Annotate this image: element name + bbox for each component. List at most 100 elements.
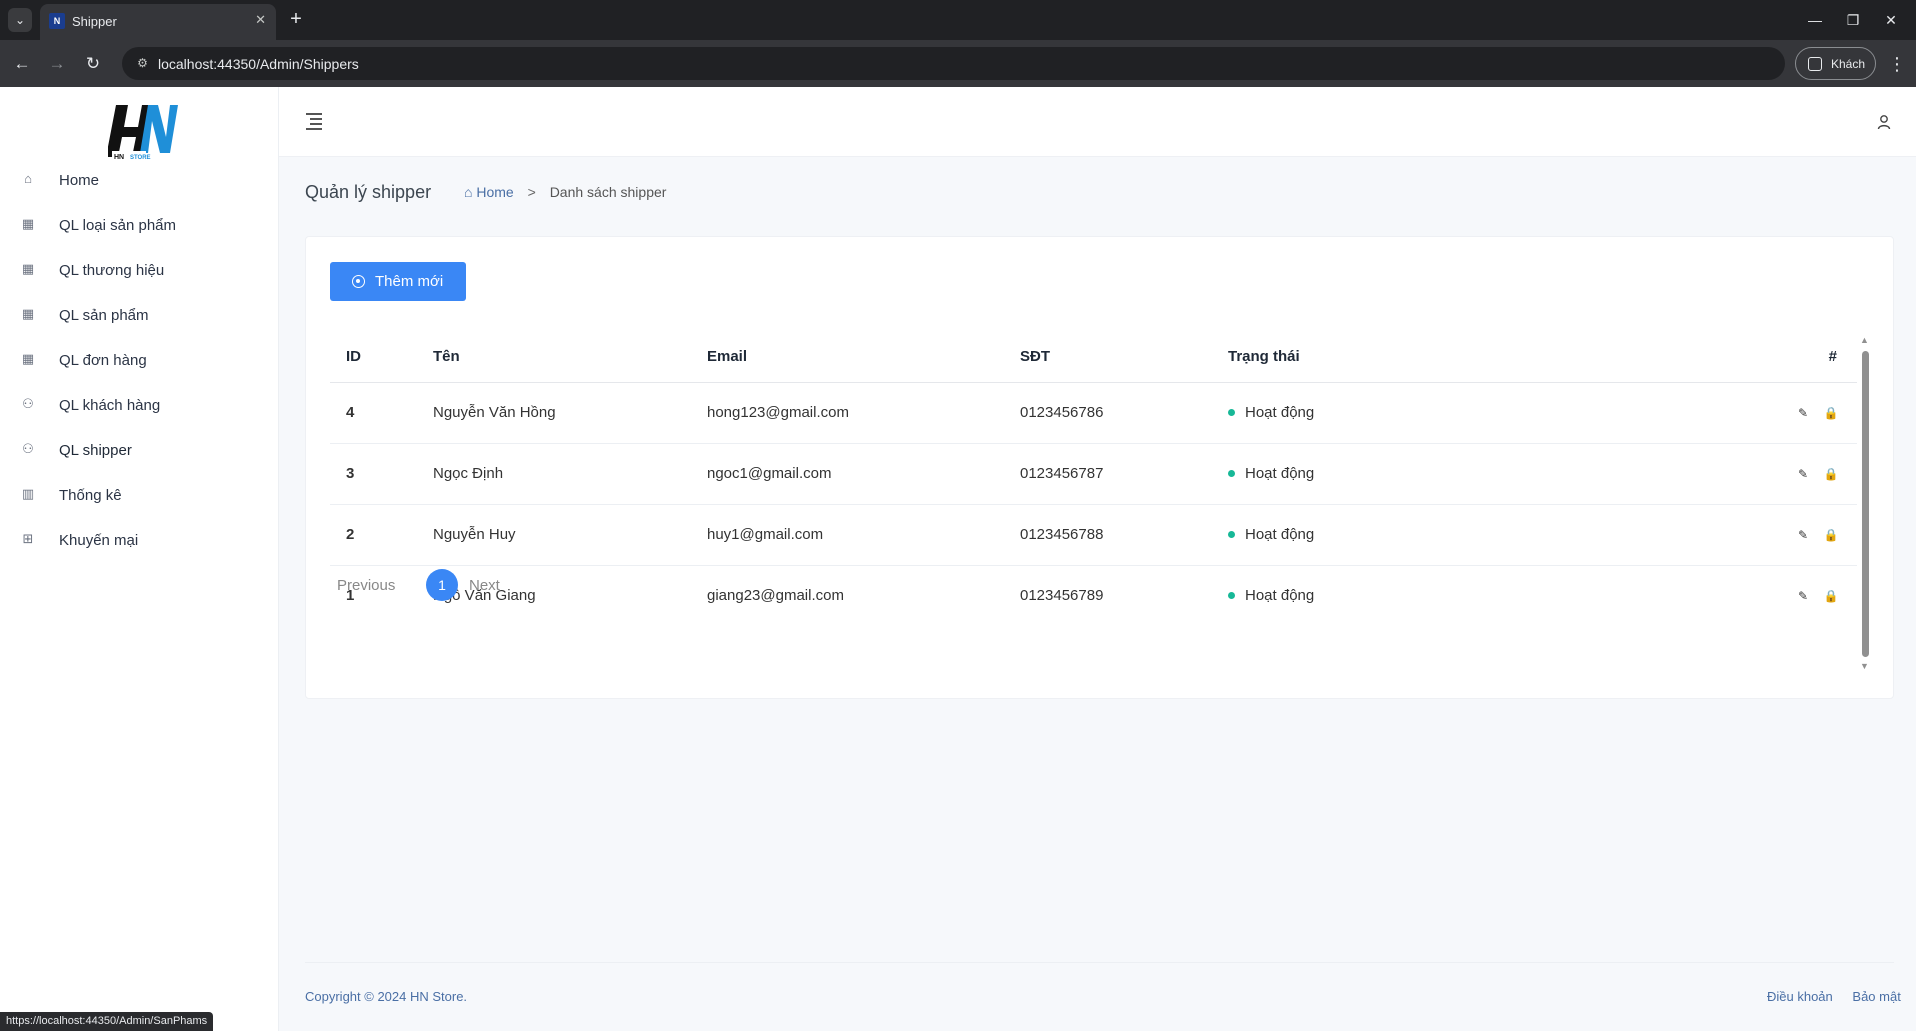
sidebar-item-brands[interactable]: ▦ QL thương hiệu	[0, 249, 278, 293]
lock-icon[interactable]: 🔒	[1823, 466, 1839, 482]
footer-copyright: Copyright © 2024 HN Store.	[305, 989, 468, 1004]
sidebar-item-products[interactable]: ▦ QL sản phẩm	[0, 294, 278, 338]
minimize-button[interactable]: —	[1800, 8, 1830, 32]
column-header-actions: #	[1612, 332, 1857, 383]
browser-menu-icon[interactable]: ⋮	[1888, 52, 1906, 76]
cell-name: Ngọc Định	[417, 443, 691, 505]
shipper-table: ID Tên Email SĐT Trạng thái # 4 Nguyễn V…	[330, 332, 1857, 626]
sidebar-item-promotions[interactable]: ⊞ Khuyến mại	[0, 519, 278, 563]
previous-page-button[interactable]: Previous	[337, 577, 395, 594]
scroll-up-icon[interactable]: ▲	[1860, 335, 1869, 345]
column-header-status: Trạng thái	[1212, 332, 1612, 383]
cell-status: Hoạt động	[1212, 504, 1612, 566]
status-label: Hoạt động	[1245, 587, 1315, 605]
breadcrumb: ⌂ Home > Danh sách shipper	[464, 184, 666, 200]
lock-icon[interactable]: 🔒	[1823, 405, 1839, 421]
restore-button[interactable]: ❐	[1838, 8, 1868, 32]
cell-actions: ✎ 🔒	[1612, 565, 1857, 626]
sidebar-item-label: QL sản phẩm	[59, 307, 149, 324]
status-label: Hoạt động	[1245, 526, 1315, 543]
breadcrumb-current: Danh sách shipper	[549, 184, 667, 200]
address-bar[interactable]: ⚙ localhost:44350/Admin/Shippers	[122, 47, 1785, 80]
breadcrumb-home-link[interactable]: ⌂ Home	[464, 184, 514, 200]
page-number-button[interactable]: 1	[426, 569, 458, 601]
grid-icon: ▦	[21, 306, 35, 321]
edit-icon[interactable]: ✎	[1795, 466, 1811, 482]
grid-icon: ▦	[21, 351, 35, 366]
browser-tab-bar: ⌄ N Shipper ✕ + — ❐ ✕	[0, 0, 1916, 40]
sidebar: HN STORE ⌂ Home ▦ QL loại sản phẩm ▦ QL …	[0, 87, 279, 1031]
column-header-email: Email	[691, 332, 1004, 383]
cell-actions: ✎ 🔒	[1612, 382, 1857, 444]
sidebar-item-home[interactable]: ⌂ Home	[0, 159, 278, 203]
favicon-icon: N	[49, 13, 65, 29]
column-header-phone: SĐT	[1004, 332, 1212, 383]
add-new-button[interactable]: Thêm mới	[330, 262, 466, 301]
table-row: 1 Ngô Văn Giang giang23@gmail.com 012345…	[330, 565, 1857, 626]
sidebar-item-label: QL shipper	[59, 442, 132, 459]
cell-phone: 0123456787	[1004, 443, 1212, 505]
grid-icon: ▦	[21, 216, 35, 231]
back-button[interactable]: ←	[10, 52, 34, 76]
cell-phone: 0123456789	[1020, 587, 1104, 605]
sidebar-item-categories[interactable]: ▦ QL loại sản phẩm	[0, 204, 278, 248]
top-bar	[279, 87, 1916, 157]
site-settings-icon[interactable]: ⚙	[134, 55, 151, 72]
cell-id: 1	[346, 587, 355, 605]
bar-chart-icon: ▥	[21, 486, 35, 501]
add-button-label: Thêm mới	[375, 273, 444, 290]
cell-actions: ✎ 🔒	[1612, 504, 1857, 566]
cell-email: hong123@gmail.com	[691, 382, 1004, 444]
status-label: Hoạt động	[1245, 465, 1315, 482]
cell-id: 2	[330, 504, 417, 566]
close-window-button[interactable]: ✕	[1876, 8, 1906, 32]
table-scrollbar[interactable]: ▲ ▼	[1859, 335, 1869, 672]
url-text[interactable]: localhost:44350/Admin/Shippers	[158, 56, 359, 72]
sidebar-item-label: QL khách hàng	[59, 397, 161, 414]
cell-email: ngoc1@gmail.com	[691, 443, 1004, 505]
sidebar-item-orders[interactable]: ▦ QL đơn hàng	[0, 339, 278, 383]
column-header-name: Tên	[417, 332, 691, 383]
column-header-id: ID	[330, 332, 417, 383]
terms-link[interactable]: Điều khoản	[1767, 989, 1833, 1004]
table-header-row: ID Tên Email SĐT Trạng thái #	[330, 332, 1857, 383]
cell-status: Hoạt động	[1212, 565, 1612, 626]
table-row: 3 Ngọc Định ngoc1@gmail.com 0123456787 H…	[330, 443, 1857, 505]
cell-email: huy1@gmail.com	[691, 504, 1004, 566]
breadcrumb-home-label: Home	[476, 184, 514, 200]
profile-icon	[1808, 57, 1822, 71]
status-dot-icon	[1228, 591, 1235, 599]
lock-icon[interactable]: 🔒	[1823, 527, 1839, 543]
browser-tab[interactable]: N Shipper ✕	[40, 4, 276, 40]
footer-links: Điều khoản Bảo mật	[1751, 989, 1901, 1004]
edit-icon[interactable]: ✎	[1795, 405, 1811, 421]
user-icon[interactable]	[1877, 114, 1891, 130]
lock-icon[interactable]: 🔒	[1823, 588, 1839, 604]
user-icon: ⚇	[22, 396, 34, 411]
edit-icon[interactable]: ✎	[1795, 588, 1811, 604]
reload-button[interactable]: ↻	[81, 52, 105, 76]
home-icon: ⌂	[24, 171, 32, 186]
page-title: Quản lý shipper	[305, 182, 432, 202]
new-tab-button[interactable]: +	[284, 8, 308, 32]
sidebar-item-shippers[interactable]: ⚇ QL shipper	[0, 429, 278, 473]
store-logo[interactable]: HN STORE	[106, 103, 178, 161]
sidebar-item-label: Home	[59, 172, 100, 189]
scroll-down-icon[interactable]: ▼	[1860, 661, 1869, 671]
cell-phone: 0123456788	[1004, 504, 1212, 566]
privacy-link[interactable]: Bảo mật	[1852, 989, 1900, 1004]
tab-search-button[interactable]: ⌄	[8, 8, 32, 32]
sidebar-item-customers[interactable]: ⚇ QL khách hàng	[0, 384, 278, 428]
menu-toggle-icon[interactable]	[306, 113, 324, 130]
forward-button[interactable]: →	[45, 52, 69, 76]
scrollbar-thumb[interactable]	[1862, 351, 1869, 657]
close-tab-icon[interactable]: ✕	[255, 12, 266, 28]
next-page-button[interactable]: Next	[469, 577, 500, 594]
grid-icon: ▦	[21, 261, 35, 276]
profile-button[interactable]: Khách	[1795, 47, 1876, 80]
sidebar-item-statistics[interactable]: ▥ Thống kê	[0, 474, 278, 518]
cell-email: giang23@gmail.com	[707, 587, 844, 605]
cell-id: 4	[330, 382, 417, 444]
cell-name: Nguyễn Huy	[417, 504, 691, 566]
edit-icon[interactable]: ✎	[1795, 527, 1811, 543]
